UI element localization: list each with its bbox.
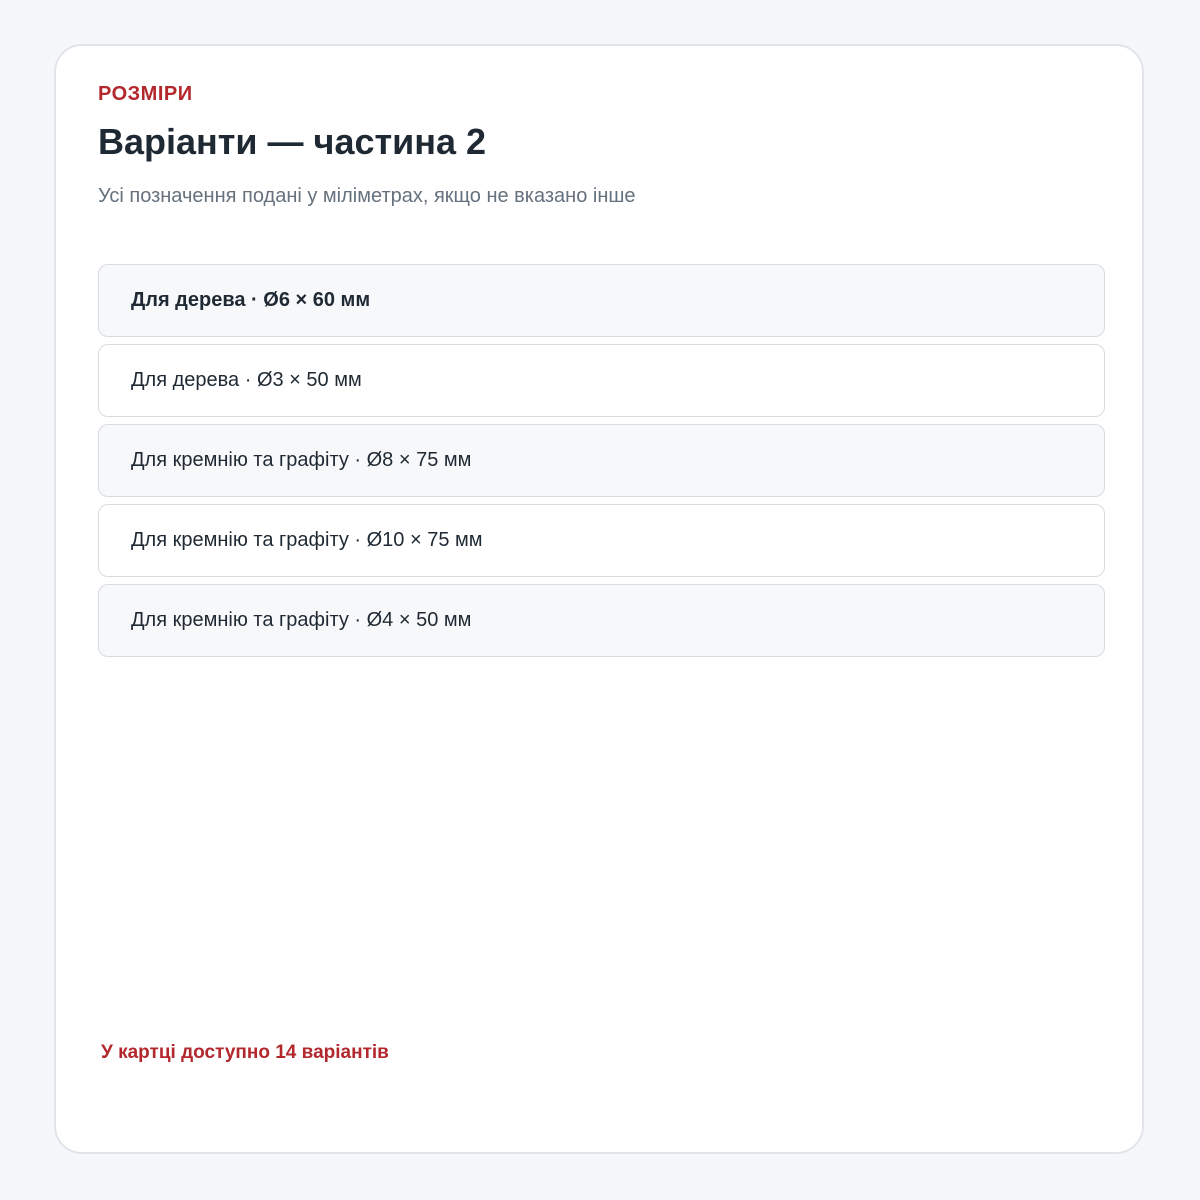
variant-option-3[interactable]: Для кремнію та графіту · Ø8 × 75 мм bbox=[98, 424, 1105, 497]
page-title: Варіанти — частина 2 bbox=[98, 121, 487, 162]
page-subtitle: Усі позначення подані у міліметрах, якщо… bbox=[98, 185, 636, 207]
variant-option-4[interactable]: Для кремнію та графіту · Ø10 × 75 мм bbox=[98, 504, 1105, 577]
variant-option-1[interactable]: Для дерева · Ø6 × 60 мм bbox=[98, 264, 1105, 337]
variant-option-2[interactable]: Для дерева · Ø3 × 50 мм bbox=[98, 344, 1105, 417]
variants-count-note: У картці доступно 14 варіантів bbox=[101, 1042, 389, 1063]
variant-option-5[interactable]: Для кремнію та графіту · Ø4 × 50 мм bbox=[98, 584, 1105, 657]
variants-card: РОЗМІРИ Варіанти — частина 2 Усі позначе… bbox=[54, 44, 1144, 1154]
section-eyebrow: РОЗМІРИ bbox=[98, 83, 193, 105]
variant-label: Для дерева · Ø6 × 60 мм bbox=[131, 289, 371, 311]
variant-label: Для кремнію та графіту · Ø10 × 75 мм bbox=[131, 529, 483, 551]
variant-label: Для дерева · Ø3 × 50 мм bbox=[131, 369, 362, 391]
variant-label: Для кремнію та графіту · Ø8 × 75 мм bbox=[131, 449, 472, 471]
variant-label: Для кремнію та графіту · Ø4 × 50 мм bbox=[131, 609, 472, 631]
variant-list: Для дерева · Ø6 × 60 мм Для дерева · Ø3 … bbox=[98, 264, 1105, 664]
